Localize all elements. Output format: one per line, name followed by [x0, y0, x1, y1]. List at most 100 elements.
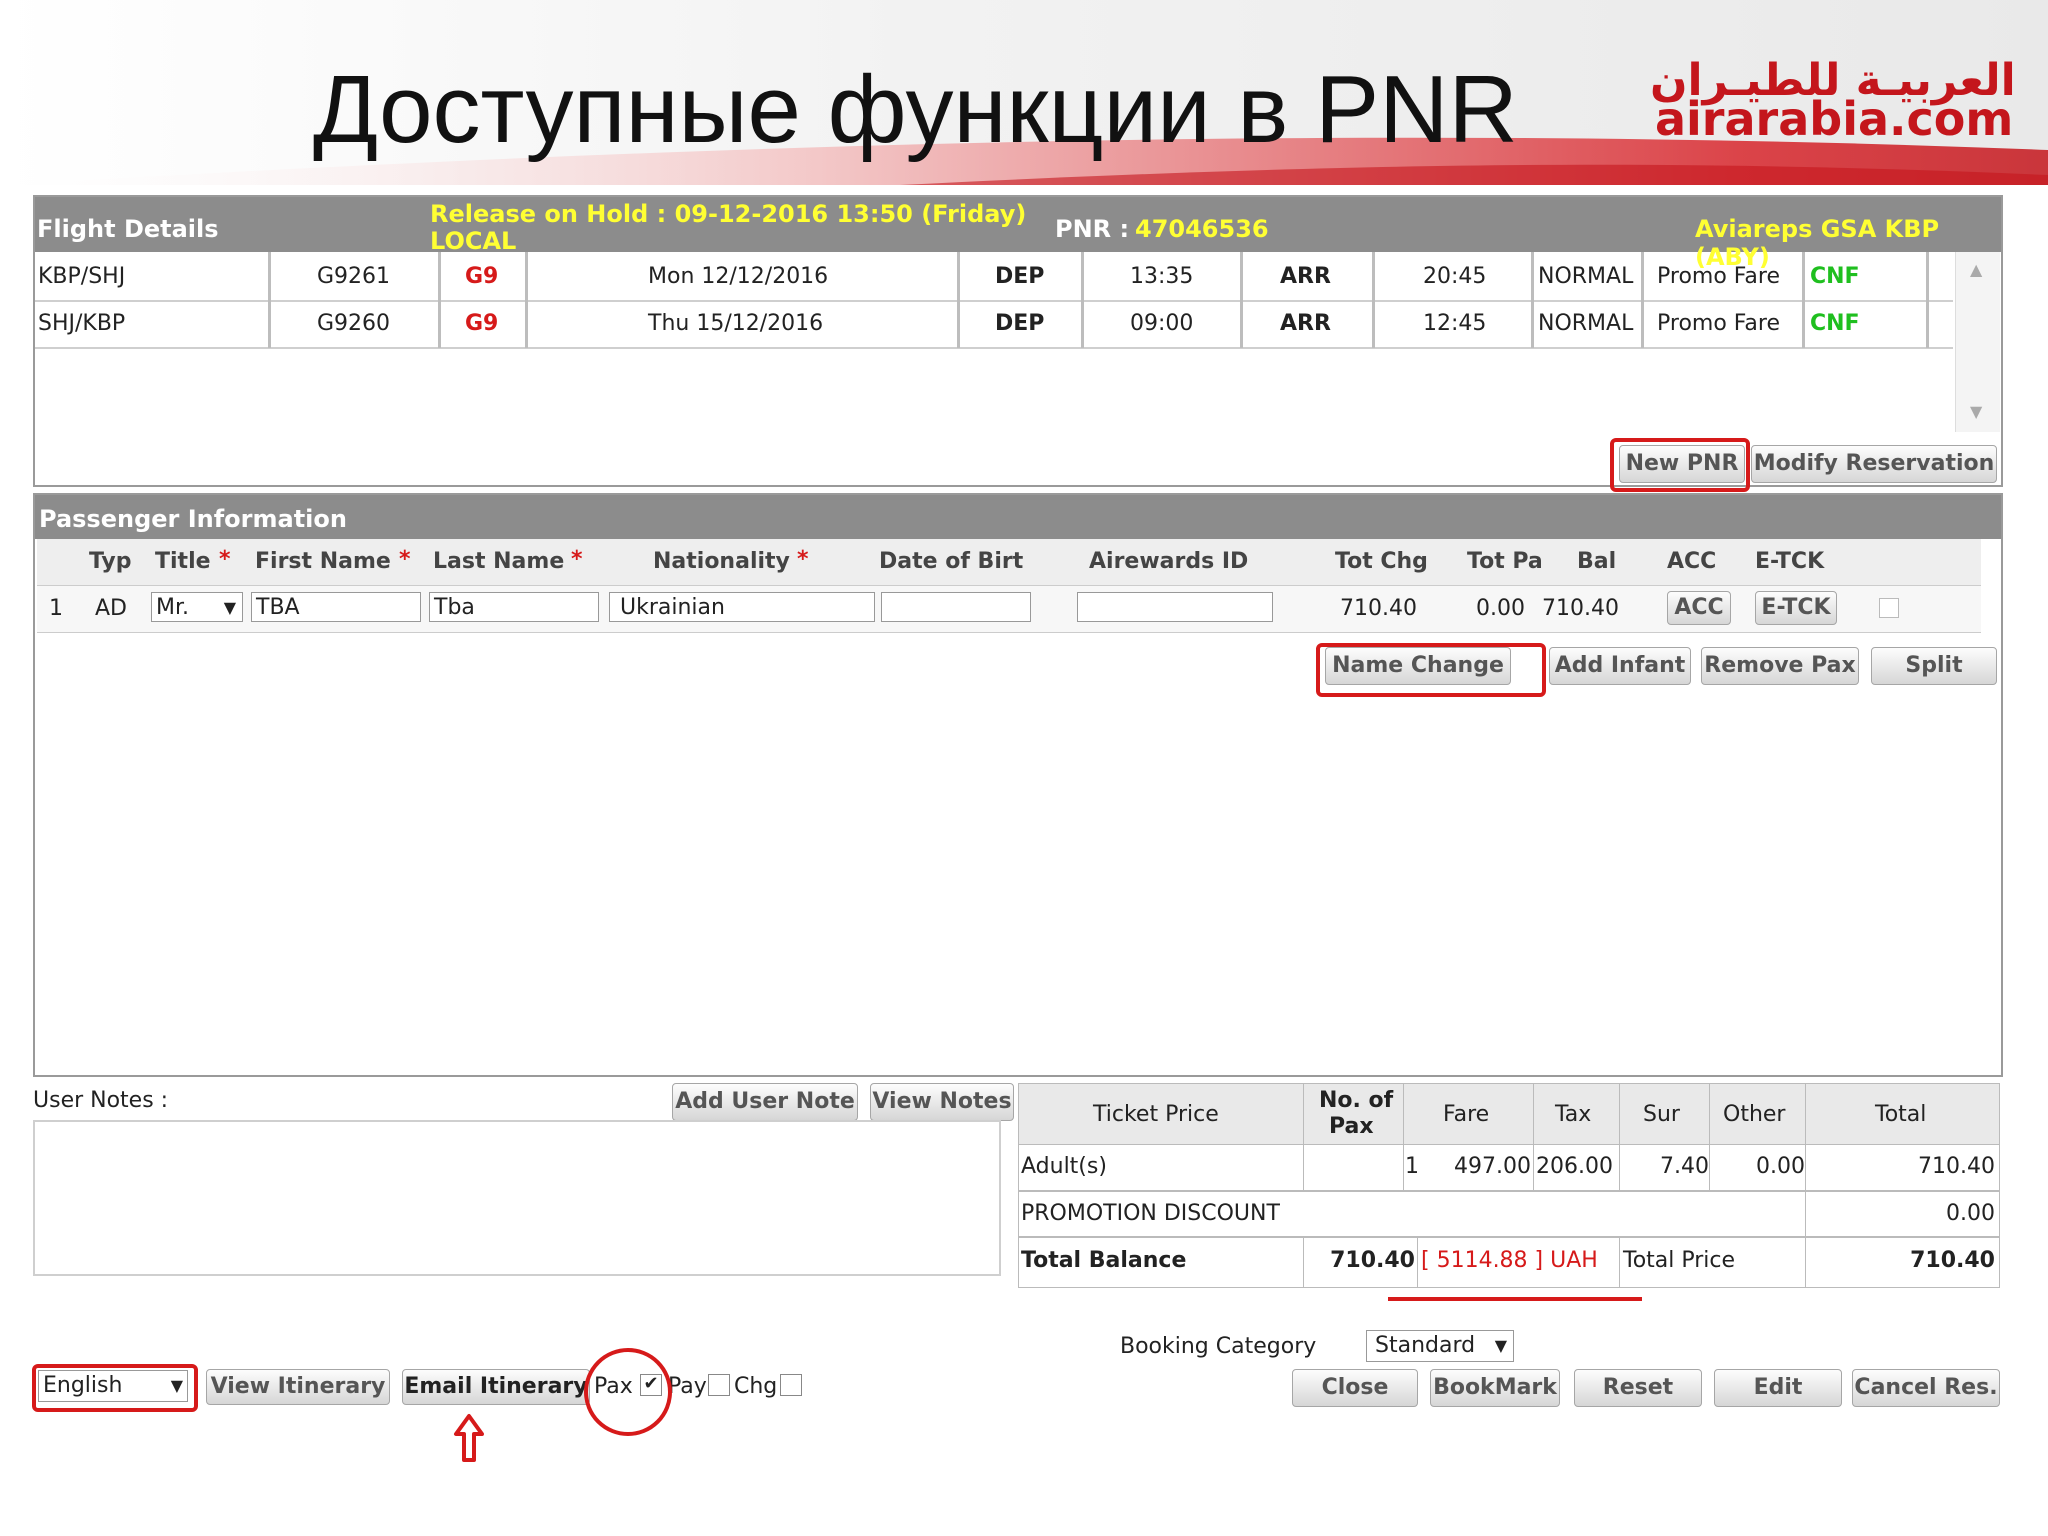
pay-checkbox[interactable]	[708, 1374, 730, 1396]
other-header: Other	[1723, 1102, 1786, 1127]
arr-label: ARR	[1280, 311, 1331, 336]
reset-button[interactable]: Reset	[1574, 1369, 1702, 1407]
modify-reservation-button[interactable]: Modify Reservation	[1751, 445, 1997, 483]
arrow-up-icon	[454, 1414, 484, 1462]
title-select[interactable]: Mr. ▼	[151, 592, 243, 622]
chevron-down-icon: ▼	[223, 598, 236, 617]
passenger-table-header: Typ Title * First Name * Last Name * Nat…	[37, 539, 1981, 586]
close-button[interactable]: Close	[1292, 1369, 1418, 1407]
nationality-value: Ukrainian	[620, 595, 725, 620]
balance-underline	[1388, 1297, 1642, 1301]
etck-button[interactable]: E-TCK	[1755, 591, 1837, 625]
pay-label: Pay	[668, 1374, 707, 1399]
route: SHJ/KBP	[38, 311, 126, 336]
passenger-info-title: Passenger Information	[39, 505, 347, 533]
acc-button[interactable]: ACC	[1667, 591, 1731, 625]
user-notes-label: User Notes :	[33, 1088, 169, 1113]
adult-other: 0.00	[1756, 1154, 1805, 1179]
flight-date: Thu 15/12/2016	[648, 311, 824, 336]
first-name-value: TBA	[256, 595, 300, 620]
cabin-class: NORMAL	[1538, 264, 1634, 289]
flight-date: Mon 12/12/2016	[648, 264, 829, 289]
scroll-down-icon[interactable]: ▼	[1970, 402, 1982, 421]
ticket-price-header: Ticket Price	[1093, 1102, 1219, 1127]
total-balance-value: 710.40	[1330, 1248, 1415, 1273]
last-name-value: Tba	[434, 595, 475, 620]
arr-label: ARR	[1280, 264, 1331, 289]
sur-header: Sur	[1643, 1102, 1680, 1127]
airewards-id-field[interactable]	[1077, 592, 1273, 622]
total-balance-label: Total Balance	[1021, 1248, 1187, 1273]
passenger-info-header: Passenger Information	[35, 495, 2001, 539]
fare-header: Fare	[1443, 1102, 1490, 1127]
email-itinerary-button[interactable]: Email Itinerary	[402, 1369, 590, 1405]
dep-time: 13:35	[1130, 264, 1194, 289]
required-mark: *	[797, 547, 809, 572]
tot-pay-value: 0.00	[1476, 596, 1525, 621]
promotion-discount-label: PROMOTION DISCOUNT	[1021, 1201, 1280, 1226]
pax-checkbox-highlight	[584, 1348, 672, 1436]
col-title: Title	[155, 549, 211, 574]
add-infant-button[interactable]: Add Infant	[1549, 647, 1691, 685]
carrier-code: G9	[465, 264, 499, 289]
no-pax-header-2: Pax	[1329, 1114, 1374, 1139]
arr-time: 12:45	[1423, 311, 1487, 336]
required-mark: *	[571, 547, 583, 572]
tax-header: Tax	[1555, 1102, 1592, 1127]
passenger-row[interactable]: 1 AD Mr. ▼ TBA Tba Ukrainian 710.40 0.00…	[37, 586, 1981, 633]
no-pax-header: No. of	[1319, 1088, 1394, 1113]
flight-number: G9261	[317, 264, 391, 289]
price-table: Ticket Price No. of Pax Fare Tax Sur Oth…	[1018, 1083, 2000, 1288]
fare-type: Promo Fare	[1657, 264, 1780, 289]
cancel-reservation-button[interactable]: Cancel Res.	[1852, 1369, 2000, 1407]
chevron-down-icon: ▼	[1494, 1331, 1507, 1361]
adult-pax: 1	[1405, 1154, 1419, 1179]
add-user-note-button[interactable]: Add User Note	[672, 1083, 858, 1121]
carrier-code: G9	[465, 311, 499, 336]
arr-time: 20:45	[1423, 264, 1487, 289]
passenger-select-checkbox[interactable]	[1879, 598, 1899, 618]
booking-category-label: Booking Category	[1120, 1334, 1317, 1359]
flight-details-title: Flight Details	[37, 215, 219, 243]
col-first-name: First Name	[255, 549, 391, 574]
bookmark-button[interactable]: BookMark	[1430, 1369, 1560, 1407]
chg-checkbox[interactable]	[780, 1374, 802, 1396]
title-select-value: Mr.	[156, 595, 189, 620]
booking-category-select[interactable]: Standard ▼	[1366, 1330, 1514, 1362]
remove-pax-button[interactable]: Remove Pax	[1701, 647, 1859, 685]
nationality-select[interactable]: Ukrainian	[609, 592, 875, 622]
total-price-value: 710.40	[1910, 1248, 1995, 1273]
scroll-up-icon[interactable]: ▲	[1970, 260, 1982, 279]
edit-button[interactable]: Edit	[1714, 1369, 1842, 1407]
date-of-birth-field[interactable]	[881, 592, 1031, 622]
airarabia-logo: airarabia.com	[1655, 92, 2014, 146]
flight-details-header: Flight Details Release on Hold : 09-12-2…	[35, 197, 2001, 271]
col-last-name: Last Name	[433, 549, 565, 574]
pnr-label: PNR :	[1055, 215, 1130, 243]
user-notes-textarea[interactable]	[33, 1120, 1001, 1276]
col-etck: E-TCK	[1755, 549, 1825, 574]
last-name-field[interactable]: Tba	[429, 592, 599, 622]
col-acc: ACC	[1667, 549, 1717, 574]
flight-scrollbar[interactable]: ▲ ▼	[1955, 252, 2000, 432]
cabin-class: NORMAL	[1538, 311, 1634, 336]
dep-time: 09:00	[1130, 311, 1194, 336]
view-itinerary-button[interactable]: View Itinerary	[206, 1369, 390, 1405]
slide-title: Доступные функции в PNR	[313, 56, 1518, 163]
split-button[interactable]: Split	[1871, 647, 1997, 685]
balance-uah: [ 5114.88 ] UAH	[1421, 1248, 1598, 1273]
first-name-field[interactable]: TBA	[251, 592, 421, 622]
adult-total: 710.40	[1918, 1154, 1995, 1179]
name-change-highlight	[1316, 643, 1546, 697]
col-typ: Typ	[89, 549, 132, 574]
adult-fare: 497.00	[1454, 1154, 1531, 1179]
fare-type: Promo Fare	[1657, 311, 1780, 336]
view-notes-button[interactable]: View Notes	[870, 1083, 1014, 1121]
required-mark: *	[399, 547, 411, 572]
bal-value: 710.40	[1542, 596, 1619, 621]
col-tot-chg: Tot Chg	[1335, 549, 1428, 574]
passenger-index: 1	[49, 596, 63, 621]
language-highlight	[32, 1364, 198, 1412]
col-date-of-birth: Date of Birt	[879, 549, 1024, 574]
promotion-discount-value: 0.00	[1946, 1201, 1995, 1226]
